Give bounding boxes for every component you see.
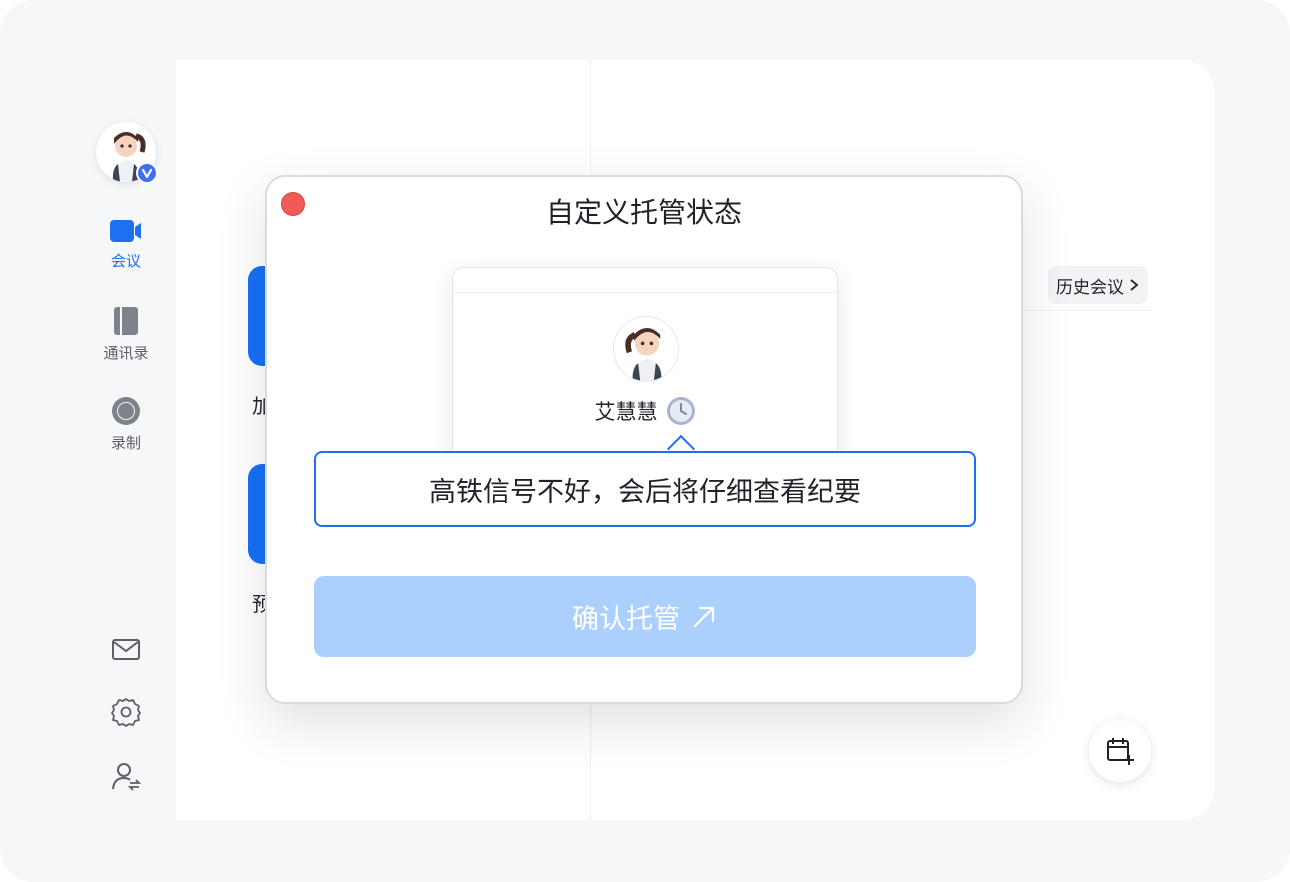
status-preview-card: 艾慧慧 — [452, 267, 838, 467]
chevron-right-icon — [1130, 279, 1139, 291]
profile-avatar[interactable] — [96, 122, 158, 184]
sidebar-item-label: 会议 — [110, 252, 141, 270]
gear-icon[interactable] — [110, 696, 142, 728]
history-meetings-label: 历史会议 — [1056, 277, 1124, 298]
mail-icon[interactable] — [110, 633, 142, 665]
sidebar: 会议 通讯录 录制 — [76, 60, 176, 820]
sidebar-item-label: 录制 — [110, 434, 141, 452]
history-meetings-button[interactable]: 历史会议 — [1048, 266, 1148, 304]
sidebar-item-meeting[interactable]: 会议 — [76, 218, 176, 271]
divider — [1022, 310, 1152, 311]
status-text-field[interactable]: 高铁信号不好，会后将仔细查看纪要 — [314, 451, 976, 527]
avatar — [613, 316, 679, 382]
record-icon — [112, 397, 140, 425]
divider — [453, 292, 837, 293]
video-camera-icon — [110, 220, 141, 242]
user-name: 艾慧慧 — [594, 400, 658, 424]
verified-badge-icon — [136, 162, 158, 184]
sidebar-item-label: 通讯录 — [103, 344, 149, 362]
user-name-row: 艾慧慧 — [453, 396, 837, 426]
book-icon — [114, 307, 138, 335]
add-schedule-button[interactable] — [1089, 720, 1151, 782]
dialog-title: 自定义托管状态 — [545, 196, 742, 229]
confirm-label: 确认托管 — [572, 604, 680, 635]
status-text: 高铁信号不好，会后将仔细查看纪要 — [429, 476, 861, 508]
custom-status-dialog: 自定义托管状态 艾慧慧 高铁信号不好，会后将仔细查看纪要 确认托管 — [265, 175, 1023, 704]
user-switch-icon[interactable] — [110, 760, 142, 792]
calendar-add-icon — [1107, 738, 1134, 765]
confirm-button[interactable]: 确认托管 — [314, 576, 976, 657]
arrow-up-right-icon — [693, 606, 715, 627]
clock-icon — [666, 397, 695, 425]
sidebar-item-recording[interactable]: 录制 — [76, 396, 176, 453]
sidebar-item-contacts[interactable]: 通讯录 — [76, 306, 176, 363]
